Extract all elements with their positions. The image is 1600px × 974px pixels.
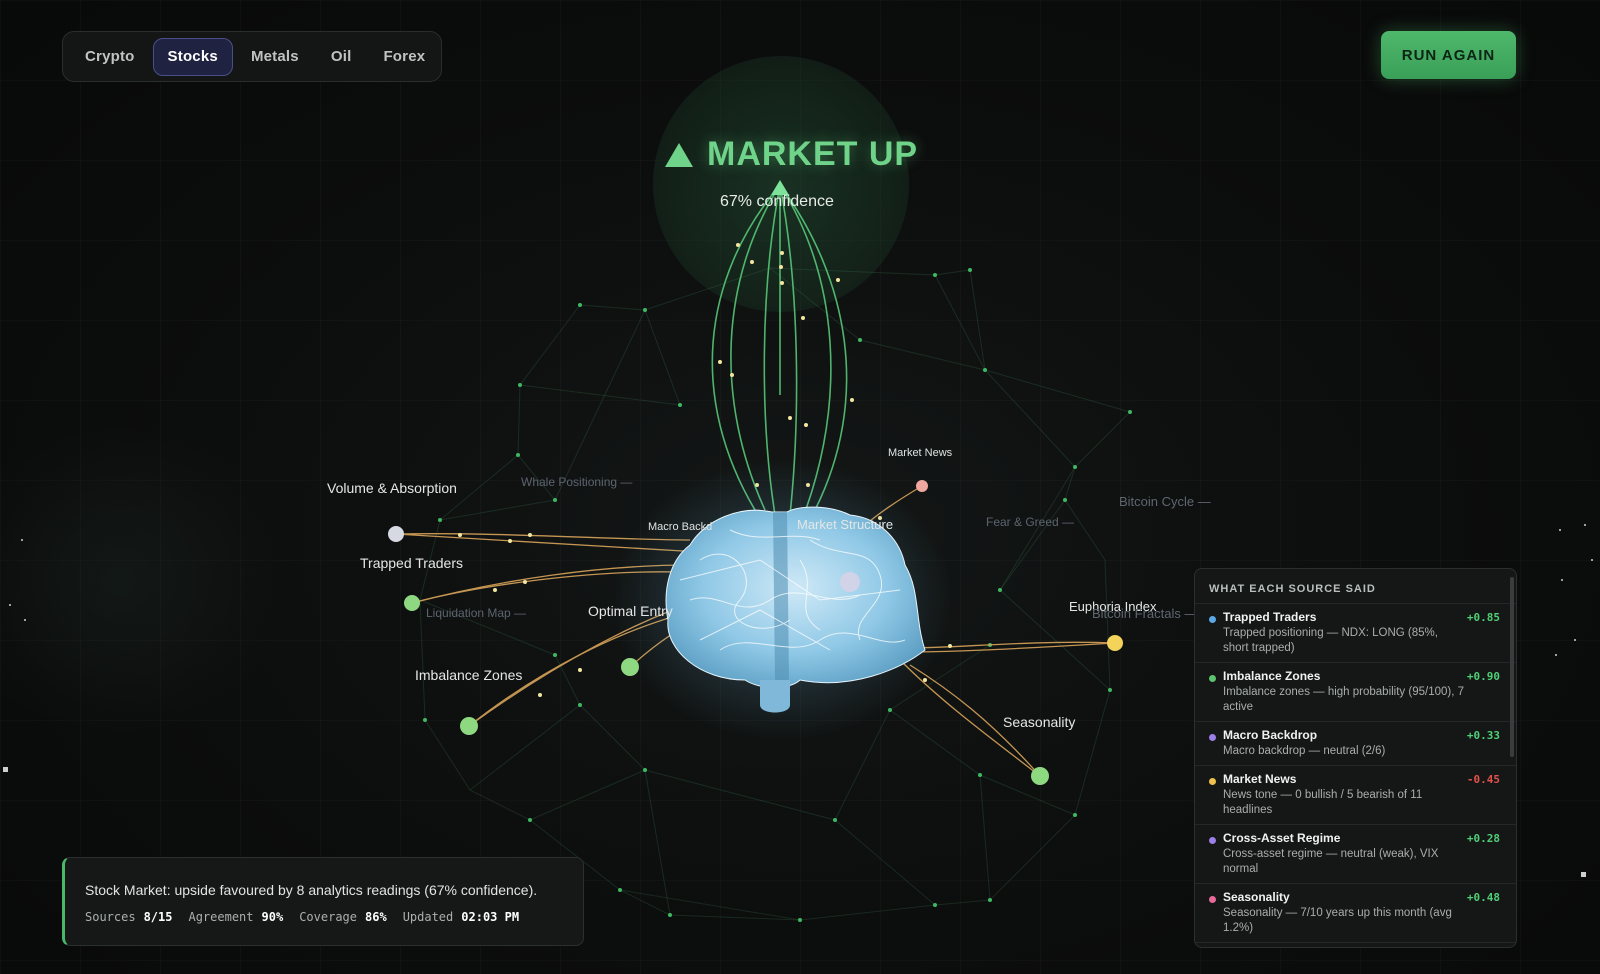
label-fear-greed: Fear & Greed —: [986, 515, 1075, 529]
source-dot-icon: [1209, 734, 1216, 741]
node-euphoria-index: [1107, 635, 1123, 651]
source-description: Cross-asset regime — neutral (weak), VIX…: [1223, 848, 1439, 875]
source-dot-icon: [1209, 616, 1216, 623]
node-trapped-traders: [404, 595, 420, 611]
source-row[interactable]: Imbalance Zones Imbalance zones — high pr…: [1195, 662, 1516, 721]
market-tabs: Crypto Stocks Metals Oil Forex: [62, 31, 442, 82]
tab-stocks[interactable]: Stocks: [152, 37, 233, 76]
label-optimal-entry: Optimal Entry: [588, 603, 673, 619]
source-row[interactable]: Volume & AbsorptionVolume behaviour — ND…: [1195, 942, 1516, 947]
run-again-button[interactable]: RUN AGAIN: [1381, 31, 1516, 79]
node-seasonality: [1031, 767, 1049, 785]
label-macro-backdrop: Macro Backd: [648, 521, 713, 533]
sources-list: Trapped Traders Trapped positioning — NDX…: [1195, 603, 1516, 947]
source-description: Macro backdrop — neutral (2/6): [1223, 745, 1386, 757]
summary-text: Stock Market: upside favoured by 8 analy…: [85, 882, 538, 898]
source-name: Seasonality: [1223, 890, 1290, 904]
source-dot-icon: [1209, 896, 1216, 903]
summary-panel: Stock Market: upside favoured by 8 analy…: [62, 857, 584, 946]
label-whale-positioning: Whale Positioning —: [521, 475, 633, 489]
node-volume-absorption: [388, 526, 404, 542]
source-dot-icon: [1209, 675, 1216, 682]
label-market-structure: Market Structure: [797, 517, 894, 532]
source-row[interactable]: Cross-Asset Regime Cross-asset regime — n…: [1195, 824, 1516, 883]
sources-scrollbar[interactable]: [1510, 577, 1514, 757]
source-score: +0.85: [1466, 611, 1500, 624]
source-score: +0.28: [1466, 832, 1500, 845]
label-bitcoin-fractals: Bitcoin Fractals —: [1092, 606, 1198, 621]
source-description: Trapped positioning — NDX: LONG (85%, sh…: [1223, 627, 1438, 654]
sources-panel-title: WHAT EACH SOURCE SAID: [1209, 583, 1376, 595]
triangle-up-icon: [665, 142, 693, 167]
source-name: Imbalance Zones: [1223, 669, 1321, 683]
label-trapped-traders: Trapped Traders: [360, 555, 463, 571]
verdict-label: MARKET UP: [707, 135, 919, 173]
node-market-news: [916, 480, 928, 492]
node-imbalance-zones: [460, 717, 478, 735]
stream-particles: [718, 243, 854, 487]
stat-coverage: Coverage 86%: [299, 910, 387, 924]
stat-updated: Updated 02:03 PM: [402, 910, 520, 924]
source-score: +0.90: [1466, 670, 1500, 683]
source-row[interactable]: Macro Backdrop Macro backdrop — neutral (…: [1195, 721, 1516, 765]
label-seasonality: Seasonality: [1003, 714, 1076, 730]
label-market-news: Market News: [888, 447, 953, 459]
verdict-heading: MARKET UP: [665, 135, 918, 174]
tab-metals[interactable]: Metals: [237, 38, 313, 76]
confidence-text: 67% confidence: [720, 193, 834, 210]
stat-sources: Sources 8/15: [85, 910, 173, 924]
source-name: Market News: [1223, 772, 1297, 786]
source-name: Cross-Asset Regime: [1223, 831, 1341, 845]
tab-forex[interactable]: Forex: [369, 38, 439, 76]
source-description: Imbalance zones — high probability (95/1…: [1223, 686, 1465, 713]
source-score: -0.45: [1466, 773, 1500, 786]
node-optimal-entry: [621, 658, 639, 676]
label-liquidation-map: Liquidation Map —: [426, 606, 527, 620]
source-name: Macro Backdrop: [1223, 728, 1318, 742]
stat-agreement: Agreement 90%: [188, 910, 284, 924]
source-row[interactable]: Seasonality Seasonality — 7/10 years up t…: [1195, 883, 1516, 942]
source-row[interactable]: Market News News tone — 0 bullish / 5 bea…: [1195, 765, 1516, 824]
source-name: Trapped Traders: [1223, 610, 1317, 624]
source-description: News tone — 0 bullish / 5 bearish of 11 …: [1223, 789, 1423, 816]
source-score: +0.33: [1466, 729, 1500, 742]
source-row[interactable]: Trapped Traders Trapped positioning — NDX…: [1195, 603, 1516, 662]
source-dot-icon: [1209, 837, 1216, 844]
tab-crypto[interactable]: Crypto: [71, 38, 149, 76]
brain-core: [612, 460, 952, 740]
source-description: Seasonality — 7/10 years up this month (…: [1223, 907, 1452, 934]
label-bitcoin-cycle: Bitcoin Cycle —: [1119, 494, 1211, 509]
source-dot-icon: [1209, 778, 1216, 785]
label-volume-absorption: Volume & Absorption: [327, 480, 457, 496]
label-imbalance-zones: Imbalance Zones: [415, 667, 523, 683]
summary-stats: Sources 8/15 Agreement 90% Coverage 86% Upd…: [85, 910, 563, 924]
sources-panel[interactable]: WHAT EACH SOURCE SAID Trapped Traders Tra…: [1194, 568, 1517, 948]
market-sentiment-app: Crypto Stocks Metals Oil Forex RUN AGAIN…: [0, 0, 1600, 974]
source-score: +0.48: [1466, 891, 1500, 904]
tab-oil[interactable]: Oil: [317, 38, 366, 76]
